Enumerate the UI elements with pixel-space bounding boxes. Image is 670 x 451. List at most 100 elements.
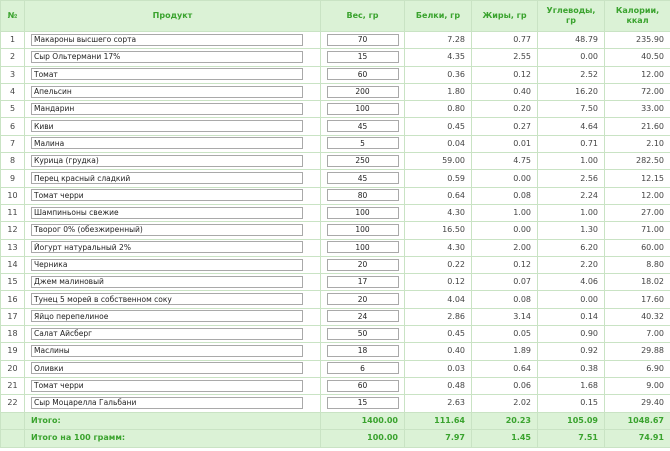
fat-value: 3.14 [471, 307, 538, 327]
kcal-value: 21.60 [604, 117, 670, 136]
product-input[interactable] [31, 154, 303, 167]
table-row: 22 2.632.020.1529.40 [0, 394, 670, 413]
row-number: 20 [0, 359, 25, 378]
table-row: 18 0.450.050.907.00 [0, 325, 670, 344]
table-row: 13 4.302.006.2060.00 [0, 238, 670, 257]
product-input[interactable] [31, 172, 303, 185]
product-input[interactable] [31, 258, 303, 271]
row-number: 1 [0, 30, 25, 50]
product-input[interactable] [31, 362, 303, 375]
product-input[interactable] [31, 396, 303, 409]
table-row: 14 0.220.122.208.80 [0, 255, 670, 275]
weight-input[interactable] [326, 241, 399, 254]
product-input[interactable] [31, 379, 303, 392]
product-input[interactable] [31, 327, 303, 340]
weight-input[interactable] [326, 396, 399, 409]
row-number: 11 [0, 203, 25, 223]
fat-value: 0.12 [471, 65, 538, 84]
table-row: 10 0.640.082.2412.00 [0, 186, 670, 205]
protein-value: 0.40 [404, 342, 472, 361]
header-row: № Продукт Вес, гр Белки, гр Жиры, гр Угл… [0, 0, 670, 32]
fat-value: 0.08 [471, 290, 538, 309]
fat-value: 0.77 [471, 30, 538, 50]
product-input[interactable] [31, 68, 303, 81]
carbs-value: 7.50 [537, 100, 605, 119]
carbs-value: 0.14 [537, 307, 605, 327]
product-input[interactable] [31, 33, 303, 46]
protein-value: 16.50 [404, 221, 472, 240]
product-input[interactable] [31, 85, 303, 98]
weight-input[interactable] [326, 102, 399, 115]
row-number: 14 [0, 255, 25, 275]
weight-input[interactable] [326, 137, 399, 150]
protein-value: 0.22 [404, 255, 472, 275]
kcal-value: 18.02 [604, 273, 670, 292]
per100-weight: 100.00 [320, 429, 405, 448]
product-input[interactable] [31, 50, 303, 63]
weight-input[interactable] [326, 344, 399, 357]
weight-input[interactable] [326, 310, 399, 323]
table-row: 20 0.030.640.386.90 [0, 359, 670, 378]
kcal-value: 17.60 [604, 290, 670, 309]
protein-value: 7.28 [404, 30, 472, 50]
table-row: 4 1.800.4016.2072.00 [0, 82, 670, 102]
table-row: 17 2.863.140.1440.32 [0, 307, 670, 327]
product-input[interactable] [31, 293, 303, 306]
kcal-value: 12.00 [604, 186, 670, 205]
product-input[interactable] [31, 275, 303, 288]
protein-value: 1.80 [404, 82, 472, 102]
table-row: 15 0.120.074.0618.02 [0, 273, 670, 292]
fat-value: 0.20 [471, 100, 538, 119]
row-number: 21 [0, 376, 25, 396]
kcal-value: 60.00 [604, 238, 670, 257]
protein-value: 0.45 [404, 325, 472, 344]
protein-value: 0.04 [404, 134, 472, 154]
weight-input[interactable] [326, 50, 399, 63]
fat-value: 0.00 [471, 221, 538, 240]
weight-input[interactable] [326, 258, 399, 271]
table-row: 19 0.401.890.9229.88 [0, 342, 670, 361]
carbs-value: 0.00 [537, 290, 605, 309]
fat-value: 0.27 [471, 117, 538, 136]
weight-input[interactable] [326, 293, 399, 306]
product-input[interactable] [31, 206, 303, 219]
weight-input[interactable] [326, 33, 399, 46]
weight-input[interactable] [326, 379, 399, 392]
kcal-value: 282.50 [604, 152, 670, 171]
carbs-value: 0.38 [537, 359, 605, 378]
weight-input[interactable] [326, 120, 399, 133]
weight-input[interactable] [326, 172, 399, 185]
weight-input[interactable] [326, 189, 399, 202]
weight-input[interactable] [326, 362, 399, 375]
weight-input[interactable] [326, 68, 399, 81]
product-input[interactable] [31, 310, 303, 323]
product-input[interactable] [31, 137, 303, 150]
product-input[interactable] [31, 344, 303, 357]
kcal-value: 2.10 [604, 134, 670, 154]
weight-input[interactable] [326, 154, 399, 167]
product-input[interactable] [31, 189, 303, 202]
row-number: 13 [0, 238, 25, 257]
header-weight: Вес, гр [320, 0, 405, 32]
per100-kcal: 74.91 [604, 429, 670, 448]
row-number: 15 [0, 273, 25, 292]
weight-input[interactable] [326, 206, 399, 219]
fat-value: 4.75 [471, 152, 538, 171]
product-input[interactable] [31, 102, 303, 115]
carbs-value: 6.20 [537, 238, 605, 257]
product-input[interactable] [31, 241, 303, 254]
weight-input[interactable] [326, 275, 399, 288]
fat-value: 0.01 [471, 134, 538, 154]
row-number: 3 [0, 65, 25, 84]
product-input[interactable] [31, 120, 303, 133]
fat-value: 0.06 [471, 376, 538, 396]
kcal-value: 40.32 [604, 307, 670, 327]
protein-value: 4.30 [404, 238, 472, 257]
fat-value: 2.55 [471, 48, 538, 67]
weight-input[interactable] [326, 327, 399, 340]
kcal-value: 12.15 [604, 169, 670, 188]
product-input[interactable] [31, 223, 303, 236]
carbs-value: 0.71 [537, 134, 605, 154]
weight-input[interactable] [326, 223, 399, 236]
weight-input[interactable] [326, 85, 399, 98]
